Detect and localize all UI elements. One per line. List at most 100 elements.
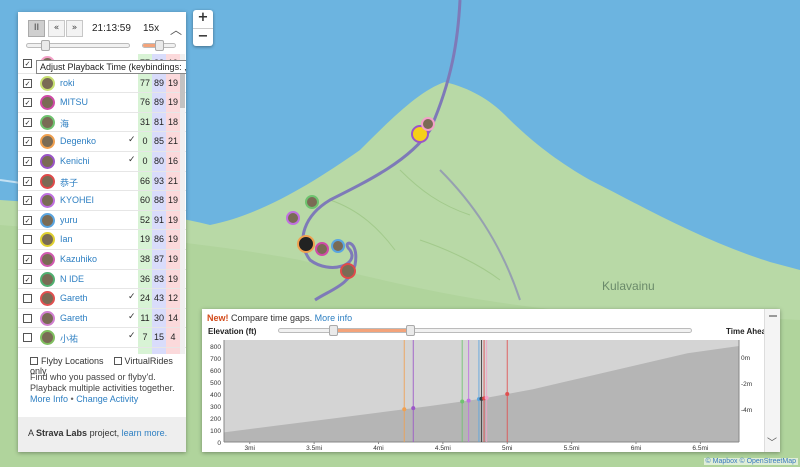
- athlete-name[interactable]: 海: [60, 117, 69, 130]
- athlete-row[interactable]: ✓ Kenichi ✓ 0 80 16: [18, 152, 186, 172]
- athlete-checkbox[interactable]: ✓: [23, 59, 32, 68]
- y-tick-label: 600: [210, 368, 221, 375]
- finished-check: ✓: [128, 311, 136, 322]
- stat-green: 11: [140, 312, 150, 323]
- elevation-more-info-link[interactable]: More info: [315, 313, 353, 323]
- athlete-row[interactable]: ✓ N IDE 36 83 19: [18, 270, 186, 290]
- secondary-tick-label: -4m: [741, 407, 752, 414]
- flyby-label: Flyby Locations: [41, 356, 104, 366]
- athlete-name[interactable]: MITSU: [60, 97, 88, 107]
- y-tick-label: 200: [210, 416, 221, 423]
- finished-check: ✓: [128, 155, 136, 165]
- stat-blue: 88: [153, 195, 164, 206]
- y-tick-label: 100: [210, 428, 221, 435]
- athlete-row[interactable]: ✓ KYOHEI 60 88 19: [18, 191, 186, 211]
- change-activity-link[interactable]: Change Activity: [76, 394, 138, 404]
- athlete-name[interactable]: Ian: [60, 234, 73, 244]
- athlete-name[interactable]: N IDE: [60, 274, 84, 284]
- finished-check: ✓: [128, 292, 136, 303]
- learn-more-link[interactable]: learn more.: [122, 428, 168, 438]
- athlete-checkbox[interactable]: ✓: [23, 215, 32, 225]
- athlete-name[interactable]: Gareth: [60, 313, 88, 323]
- elevation-window-handle-start[interactable]: [329, 325, 338, 336]
- athlete-row[interactable]: ✓ MITSU 76 89 19: [18, 93, 186, 113]
- athlete-row[interactable]: Ian 19 86 19: [18, 230, 186, 250]
- athlete-checkbox[interactable]: [23, 235, 32, 245]
- stat-red: 4: [170, 332, 176, 343]
- athlete-name[interactable]: Kazuhiko: [60, 254, 97, 264]
- footer: A Strava Labs project, learn more.: [18, 417, 186, 452]
- athlete-marker-dot: [505, 392, 510, 396]
- athlete-row[interactable]: Gareth ✓ 11 30 14: [18, 309, 186, 329]
- athlete-avatar: [40, 252, 55, 267]
- x-tick-label: 4.5mi: [435, 445, 451, 450]
- speed-slider-handle[interactable]: [155, 40, 164, 51]
- playback-speed: 15x: [143, 23, 160, 34]
- athlete-marker-dot: [460, 399, 465, 404]
- zoom-in-button[interactable]: +: [193, 10, 213, 28]
- athlete-name[interactable]: yuru: [60, 215, 78, 225]
- athlete-row[interactable]: Gareth ✓ 24 43 12: [18, 289, 186, 309]
- athlete-name[interactable]: 小祐: [60, 332, 78, 345]
- athlete-avatar: [40, 114, 55, 130]
- athlete-row[interactable]: ✓ roki 77 89 19: [18, 74, 186, 94]
- athlete-checkbox[interactable]: ✓: [23, 137, 32, 147]
- step-back-button[interactable]: «: [48, 20, 65, 37]
- elevation-chart[interactable]: 0 100 200 300 400 500 600 700 800 3mi 3.5mi 4mi 4.5m…: [202, 338, 762, 450]
- athlete-checkbox[interactable]: ✓: [23, 78, 32, 88]
- time-slider[interactable]: [26, 40, 130, 51]
- elevation-window-handle-end[interactable]: [406, 325, 416, 336]
- athlete-name[interactable]: 恭子: [60, 176, 78, 189]
- chevron-up-icon[interactable]: ︿: [170, 21, 182, 38]
- stat-green: 7: [142, 332, 148, 343]
- athlete-row[interactable]: ✓ 海 31 81 18: [18, 113, 186, 133]
- flyby-checkbox[interactable]: [30, 357, 38, 365]
- x-tick-label: 6.5mi: [692, 445, 708, 450]
- zoom-out-button[interactable]: −: [193, 28, 213, 46]
- pause-button[interactable]: II: [28, 20, 45, 37]
- elevation-window-slider[interactable]: [278, 325, 692, 336]
- athlete-checkbox[interactable]: ✓: [23, 117, 32, 127]
- stat-green: 19: [139, 234, 150, 245]
- athlete-name[interactable]: KYOHEI: [60, 195, 94, 205]
- athlete-checkbox[interactable]: [23, 313, 32, 323]
- virtual-checkbox[interactable]: [113, 357, 122, 365]
- more-info-link[interactable]: More Info: [30, 394, 68, 404]
- time-slider-handle[interactable]: [41, 40, 51, 51]
- chevron-down-icon[interactable]: ﹀: [767, 434, 777, 449]
- athlete-checkbox[interactable]: [23, 333, 32, 343]
- athlete-checkbox[interactable]: ✓: [23, 176, 32, 186]
- athlete-checkbox[interactable]: ✓: [23, 274, 32, 284]
- athlete-name[interactable]: Gareth: [60, 293, 88, 303]
- athlete-list: ✓おおたけ778819✓roki778919✓MITSU768919✓海3181…: [18, 54, 186, 354]
- athlete-checkbox[interactable]: ✓: [23, 255, 32, 264]
- description: Find who you passed or flyby'd. Playback…: [30, 372, 175, 393]
- athlete-checkbox[interactable]: ✓: [23, 98, 32, 108]
- athlete-row[interactable]: ✓ Kazuhiko 38 87 19: [18, 250, 186, 270]
- stat-blue: 15: [153, 332, 164, 343]
- stat-red: 18: [167, 116, 178, 127]
- finished-check: ✓: [128, 331, 136, 342]
- athlete-row[interactable]: ✓ Degenko ✓ 0 85 21: [18, 132, 186, 152]
- athlete-name[interactable]: Degenko: [60, 136, 96, 146]
- stat-blue: 43: [153, 293, 164, 304]
- collapse-bar-icon[interactable]: [769, 315, 777, 317]
- speed-slider[interactable]: [142, 40, 176, 51]
- scrollbar-thumb[interactable]: [180, 68, 185, 108]
- athlete-checkbox[interactable]: ✓: [23, 196, 32, 206]
- athlete-checkbox[interactable]: [23, 294, 32, 304]
- stat-blue: 86: [153, 234, 164, 245]
- athlete-checkbox[interactable]: ✓: [23, 157, 32, 166]
- athlete-row[interactable]: ✓ yuru 52 91 19: [18, 211, 186, 231]
- map-attribution[interactable]: © Mapbox © OpenStreetMap: [703, 458, 798, 465]
- athlete-name[interactable]: Kenichi: [60, 156, 90, 166]
- step-forward-button[interactable]: »: [66, 20, 83, 37]
- playback-panel: II « » 21:13:59 15x ︿ Adjust Playback Ti…: [18, 12, 186, 452]
- athlete-row[interactable]: 小祐 ✓ 7 15 4: [18, 328, 186, 348]
- athlete-row[interactable]: ✓ 恭子 66 93 21: [18, 172, 186, 192]
- flyby-option[interactable]: Flyby Locations: [30, 356, 104, 366]
- stat-red: 19: [167, 273, 178, 284]
- athlete-name[interactable]: roki: [60, 78, 75, 88]
- elevation-scrollbar[interactable]: ﹀: [764, 309, 780, 452]
- athlete-list-scrollbar[interactable]: [180, 54, 185, 354]
